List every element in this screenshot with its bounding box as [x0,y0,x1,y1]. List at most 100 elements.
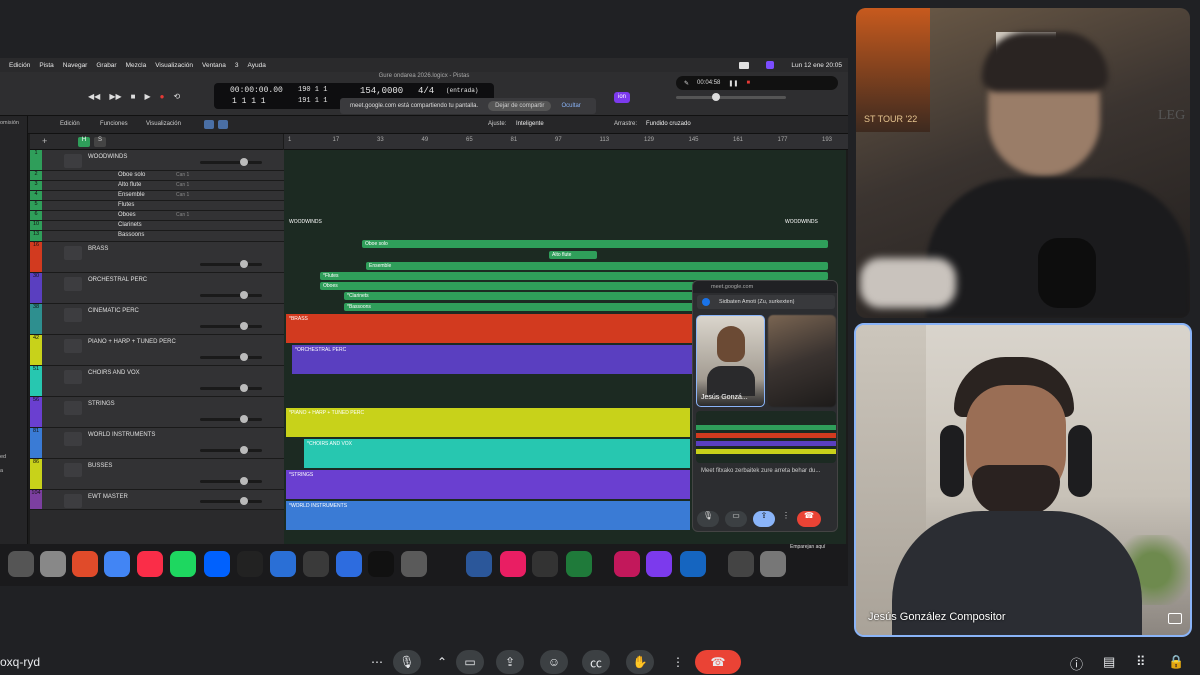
functions-menu[interactable]: Funciones [100,121,128,127]
menu-record[interactable]: Grabar [96,62,116,69]
region[interactable]: WOODWINDS [286,218,346,228]
volume-fader[interactable] [200,353,262,361]
volume-slider[interactable] [676,93,786,101]
region[interactable]: Alto flute [549,251,597,259]
record-icon[interactable]: ● [160,92,165,101]
chip-badge[interactable]: ion [614,92,630,103]
track-row[interactable]: 3 Alto flute Can 1 [30,181,284,191]
popup-present-icon[interactable]: ⇪ [753,511,775,527]
participant-tile-1[interactable]: ST TOUR '22 LEG [856,8,1190,318]
app-icon[interactable] [766,61,775,69]
stop-icon[interactable]: ■ [131,92,136,101]
edit-menu[interactable]: Edición [60,121,80,127]
volume-fader[interactable] [200,322,262,330]
bar-ruler[interactable]: 1 17 33 49 65 81 97 113 129 145 161 177 193 [284,134,848,150]
stop-record-icon[interactable]: ■ [746,80,750,86]
dock-app-icon[interactable] [500,551,526,577]
activities-icon[interactable]: ⠿ [1136,654,1146,670]
dock-app-icon[interactable] [270,551,296,577]
more-options-icon[interactable]: ⋮ [664,650,692,674]
dock-app-icon[interactable] [532,551,558,577]
adjust-select[interactable]: Inteligente [516,121,544,127]
region[interactable]: *WORLD INSTRUMENTS [286,501,690,530]
captions-icon[interactable]: ㏄ [582,650,610,674]
menubar-clock[interactable]: Lun 12 ene 20:05 [791,62,842,69]
cycle-icon[interactable]: ⟲ [173,92,180,101]
track-row[interactable]: 10 Clarinets [30,221,284,231]
add-track-icon[interactable]: + [42,136,47,146]
region[interactable]: *CHOIRS AND VOX [304,439,690,468]
solo-track-icon[interactable]: S [94,137,106,147]
view-menu[interactable]: Visualización [146,121,181,127]
popup-more-icon[interactable]: ⋮ [781,511,791,527]
track-row[interactable]: 4 Ensemble Can 1 [30,191,284,201]
region[interactable]: *Flutes [320,272,828,280]
forward-icon[interactable]: ▶▶ [109,92,121,101]
play-icon[interactable]: ▶ [144,92,150,101]
popup-screen-thumbnail[interactable] [696,411,836,463]
track-row[interactable]: 81 WORLD INSTRUMENTS [30,428,284,459]
emoji-icon[interactable]: ☺ [540,650,568,674]
track-row[interactable]: 51 CHOIRS AND VOX [30,366,284,397]
region[interactable]: *PIANO + HARP + TUNED PERC [286,408,690,437]
hide-banner-link[interactable]: Ocultar [561,103,580,109]
pin-tile-icon[interactable] [1168,613,1182,624]
end-call-icon[interactable]: ☎ [695,650,741,674]
volume-fader[interactable] [200,477,262,485]
track-row[interactable]: 86 BUSSES [30,459,284,490]
track-row[interactable]: 5 Flutes [30,201,284,211]
dock-app-icon[interactable] [170,551,196,577]
popup-end-call-icon[interactable]: ☎ [797,511,821,527]
camera-icon[interactable]: ▭ [456,650,484,674]
volume-fader[interactable] [200,291,262,299]
dock-app-icon[interactable] [728,551,754,577]
present-icon[interactable]: ⇪ [496,650,524,674]
volume-fader[interactable] [200,497,262,505]
menu-help[interactable]: Ayuda [248,62,266,69]
dock-app-icon[interactable] [204,551,230,577]
track-row[interactable]: 13 Bassoons [30,231,284,242]
menu-3[interactable]: 3 [235,62,239,69]
drag-select[interactable]: Fundido cruzado [646,121,691,127]
track-row[interactable]: 6 Oboes Can 1 [30,211,284,221]
popup-camera-icon[interactable]: ▭ [725,511,747,527]
dock-app-icon[interactable] [401,551,427,577]
region[interactable]: WOODWINDS [782,218,842,228]
stop-sharing-button[interactable]: Dejar de compartir [488,101,552,111]
menu-window[interactable]: Ventana [202,62,226,69]
dock-app-icon[interactable] [614,551,640,577]
dock-app-icon[interactable] [104,551,130,577]
dock-app-icon[interactable] [646,551,672,577]
chevron-up-icon[interactable]: ⌃ [428,650,456,674]
popup-tile-self[interactable]: Jesús Gonzá... [696,315,765,407]
dock-app-icon[interactable] [336,551,362,577]
volume-fader[interactable] [200,158,262,166]
host-controls-icon[interactable]: 🔒 [1168,654,1184,670]
volume-fader[interactable] [200,415,262,423]
dock-app-icon[interactable] [680,551,706,577]
menu-navigate[interactable]: Navegar [63,62,88,69]
track-row[interactable]: 1 WOODWINDS [30,150,284,171]
dock-app-icon[interactable] [137,551,163,577]
meet-pip-popup[interactable]: meet.google.com Sidbaten Amoti (Zu, surk… [692,280,838,532]
hide-track-icon[interactable]: H [78,137,90,147]
participant-tile-main[interactable]: Jesús González Compositor [854,323,1192,637]
meeting-info-icon[interactable]: ⓘ [1070,654,1083,673]
rewind-icon[interactable]: ◀◀ [88,92,100,101]
region[interactable]: Ensemble [366,262,828,270]
dock-app-icon[interactable] [466,551,492,577]
dock-app-icon[interactable] [72,551,98,577]
track-row[interactable]: 16 BRASS [30,242,284,273]
view-toggle-icon[interactable] [204,120,214,129]
track-row[interactable]: 42 PIANO + HARP + TUNED PERC [30,335,284,366]
menu-track[interactable]: Pista [39,62,53,69]
volume-fader[interactable] [200,446,262,454]
track-row[interactable]: 2 Oboe solo Can 1 [30,171,284,181]
chat-icon[interactable]: ▤ [1103,654,1115,670]
dock-app-icon[interactable] [237,551,263,577]
pause-icon[interactable]: ❚❚ [728,80,738,87]
raise-hand-icon[interactable]: ✋ [626,650,654,674]
volume-fader[interactable] [200,260,262,268]
popup-tile-other[interactable] [768,315,836,407]
menu-mix[interactable]: Mezcla [126,62,147,69]
